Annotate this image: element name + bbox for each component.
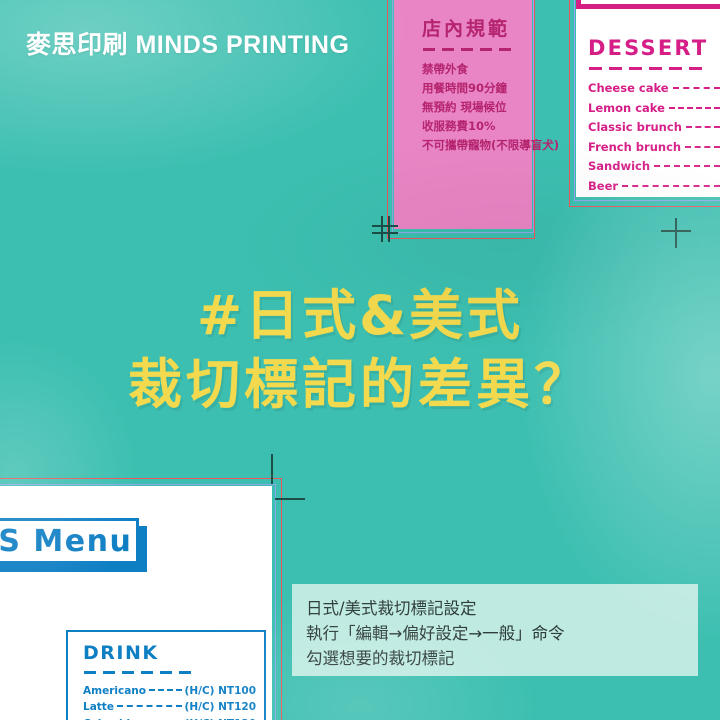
leader-dots [116,705,182,708]
drink-item: Cabuchino (H/C) NT130 [83,716,256,720]
poster-canvas: 麥思印刷 MINDS PRINTING 店內規範 禁帶外食 用餐時間90分鐘 無… [0,0,720,720]
store-rule-item: 收服務費10% [422,118,496,133]
dessert-menu-title: DESSERT [588,36,709,60]
dessert-item: French brunch [588,138,720,158]
menu-artboard-group: INDS Menu DRINK Americano (H/C) NT100 La… [0,454,305,720]
leader-dots [622,184,720,187]
leader-dots [654,165,720,167]
dessert-item-name: Beer [588,178,619,193]
store-rules-title: 店內規範 [422,18,511,40]
drink-item: Americano (H/C) NT100 [83,683,256,700]
dessert-item: Sandwich [588,157,720,177]
headline-line-2: 裁切標記的差異？ [128,353,592,417]
dessert-item-name: Classic brunch [588,120,682,134]
rules-dashed-divider [423,48,522,51]
dessert-item: Lemon cake [588,99,720,119]
top-artboard-group: 店內規範 禁帶外食 用餐時間90分鐘 無預約 現場候位 收服務費10% 不可攜帶… [372,0,720,248]
leader-dots [685,126,720,128]
main-headline: #日式&美式 裁切標記的差異？ [0,288,720,412]
drink-item: Latte (H/C) NT120 [83,699,256,716]
crop-mark-american [275,486,305,516]
store-rule-item: 禁帶外食 [422,61,468,76]
leader-dots [672,87,720,89]
dessert-item-name: Lemon cake [588,100,665,115]
dessert-dashed-divider [589,67,720,70]
dessert-item: Beer [588,177,720,197]
menu-title-text: INDS Menu [0,523,133,559]
store-rule-item: 無預約 現場候位 [422,99,507,114]
crop-mark-japanese [372,216,398,242]
drink-item-price: (H/C) NT100 [184,684,256,697]
store-rule-item: 用餐時間90分鐘 [422,80,508,95]
caption-line-3: 勾選想要的裁切標記 [306,649,455,668]
headline-line-1: #日式&美式 [196,284,524,347]
leader-dots [668,106,720,109]
dessert-item: Classic brunch [588,118,720,138]
dessert-item-name: Cheese cake [588,81,669,95]
caption-box: 日式/美式裁切標記設定 執行「編輯→偏好設定→一般」命令 勾選想要的裁切標記 [292,584,698,676]
caption-line-2: 執行「編輯→偏好設定→一般」命令 [306,624,565,643]
drink-item-price: (H/C) NT120 [184,701,256,714]
brand-logo-text: 麥思印刷 MINDS PRINTING [26,31,350,59]
dessert-item-name: Sandwich [588,159,651,173]
drink-item-name: Cabuchino [83,716,145,720]
dessert-item: Cheese cake [588,79,720,99]
drink-item-price: (H/C) NT130 [185,716,256,720]
store-rules-panel: 店內規範 禁帶外食 用餐時間90分鐘 無預約 現場候位 收服務費10% 不可攜帶… [394,0,560,229]
dessert-item-name: French brunch [588,139,682,154]
menu-title-box: INDS Menu [0,518,139,564]
leader-dots [685,145,720,148]
crop-mark-american [661,218,691,248]
store-rule-item: 不可攜帶寵物(不限導盲犬) [422,137,560,152]
crop-mark-american [257,454,287,484]
drink-item-name: Latte [83,701,114,714]
leader-dots [148,688,182,691]
drink-dashed-divider [84,671,256,674]
dessert-menu-panel: DESSERT Cheese cake Lemon cake Classic b… [576,0,720,197]
drink-section-box: DRINK Americano (H/C) NT100 Latte (H/C) … [66,630,266,720]
drink-item-name: Americano [83,684,146,697]
caption-line-1: 日式/美式裁切標記設定 [306,599,477,618]
magenta-corner-frame [576,0,720,9]
drink-section-title: DRINK [83,642,159,664]
